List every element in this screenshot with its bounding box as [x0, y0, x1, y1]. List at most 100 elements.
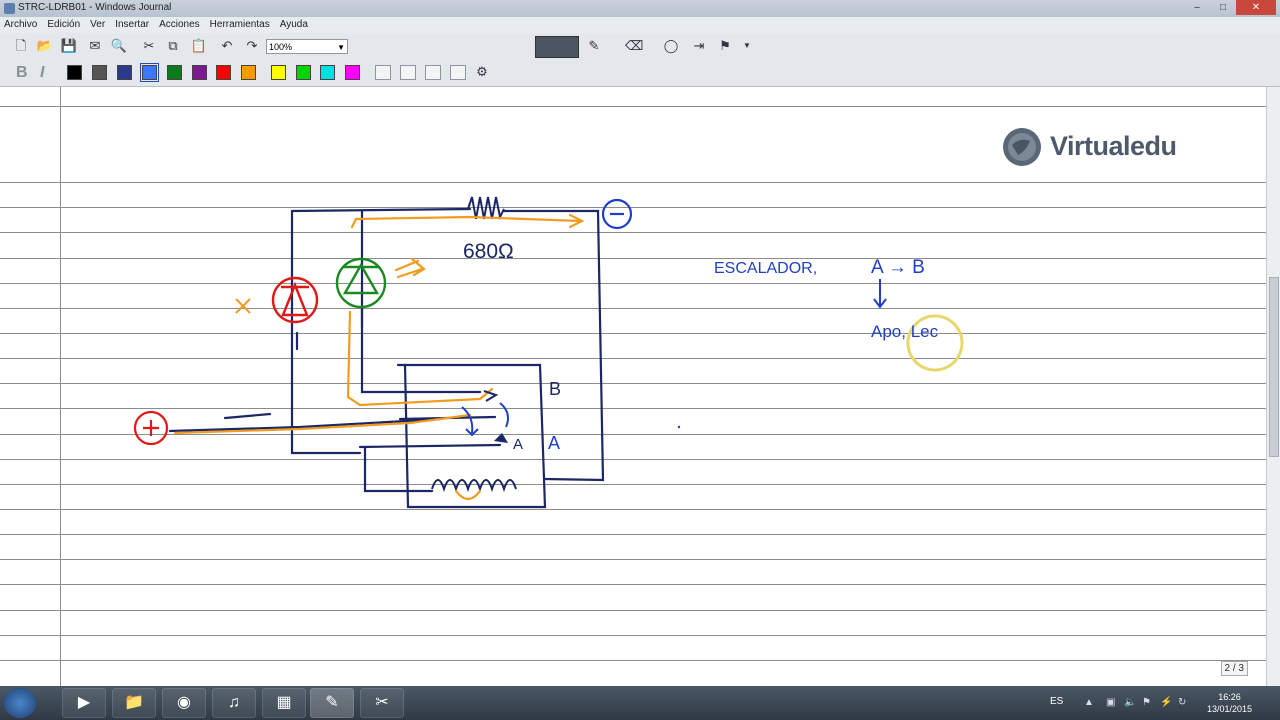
cross-mark-icon [235, 298, 251, 314]
window-title: STRC-LDRB01 - Windows Journal [18, 2, 172, 13]
send-icon[interactable]: ✉ [86, 37, 104, 55]
redo-icon[interactable]: ↷ [243, 37, 261, 55]
label-b-contact: B [549, 379, 561, 399]
italic-icon[interactable]: I [40, 64, 44, 82]
clock-time: 16:26 [1218, 692, 1241, 702]
standard-toolbar: 🗋 📂 💾 ✉ 🔍 ✂ ⧉ 📋 ↶ ↷ 100% ▼ ✎ ⌫ ◯ ⇥ ⚑ ▼ [0, 33, 1280, 61]
menu-herramientas[interactable]: Herramientas [210, 17, 270, 33]
contact-arrow-icon [483, 390, 499, 402]
resistor-symbol [467, 196, 505, 221]
color-green-swatch[interactable] [167, 65, 182, 80]
color-blue-swatch[interactable] [140, 63, 159, 82]
journal-taskbar-icon[interactable]: ✎ [310, 688, 354, 718]
start-button[interactable] [4, 688, 36, 718]
pen-thickness-3[interactable] [425, 65, 441, 80]
calculator-icon[interactable]: ▦ [262, 688, 306, 718]
cut-icon[interactable]: ✂ [140, 37, 158, 55]
media-player-icon[interactable]: ▶ [62, 688, 106, 718]
positive-terminal-icon [133, 410, 169, 446]
page-indicator: 2 / 3 [1220, 661, 1248, 676]
title-bar: STRC-LDRB01 - Windows Journal – □ ✕ [0, 0, 1280, 17]
current-path [173, 213, 585, 501]
menu-insertar[interactable]: Insertar [115, 17, 149, 33]
menu-archivo[interactable]: Archivo [4, 17, 37, 33]
clock[interactable]: 16:26 13/01/2015 [1207, 691, 1252, 715]
circuit-wires [168, 207, 605, 509]
new-note-icon[interactable]: 🗋 [12, 37, 30, 55]
menu-edicion[interactable]: Edición [47, 17, 80, 33]
action-center-icon[interactable]: ⚑ [1142, 697, 1151, 708]
bold-icon[interactable]: B [16, 64, 28, 82]
menu-ver[interactable]: Ver [90, 17, 105, 33]
pen-settings-icon[interactable]: ⚙ [473, 63, 491, 81]
pen-selector[interactable] [535, 36, 579, 58]
highlighter-icon[interactable]: ✎ [585, 37, 603, 55]
menu-acciones[interactable]: Acciones [159, 17, 200, 33]
chevron-down-icon[interactable]: ▼ [738, 37, 756, 55]
maximize-button[interactable]: □ [1210, 0, 1236, 15]
flag-icon[interactable]: ⚑ [716, 37, 734, 55]
coil-symbol [431, 479, 517, 493]
update-icon[interactable]: ↻ [1178, 697, 1186, 708]
escalador-note: ESCALADOR, [714, 260, 817, 277]
red-led-symbol [271, 276, 319, 324]
menu-ayuda[interactable]: Ayuda [280, 17, 308, 33]
language-indicator[interactable]: ES [1050, 696, 1063, 707]
pen-thickness-4[interactable] [450, 65, 466, 80]
volume-icon[interactable]: 🔈 [1124, 697, 1136, 708]
minimize-button[interactable]: – [1184, 0, 1210, 15]
color-lime-swatch[interactable] [296, 65, 311, 80]
color-black-swatch[interactable] [67, 65, 82, 80]
lasso-icon[interactable]: ◯ [662, 37, 680, 55]
apo-lec-note: Apo, Lec [871, 322, 939, 341]
power-icon[interactable]: ⚡ [1160, 697, 1172, 708]
journal-page[interactable]: Virtualedu 680Ω B A A ESCALADOR, A → B A… [0, 87, 1266, 686]
down-arrow-icon [873, 279, 887, 309]
label-a-contact: A [513, 436, 523, 453]
chrome-icon[interactable]: ◉ [162, 688, 206, 718]
menu-bar: Archivo Edición Ver Insertar Acciones He… [0, 17, 1280, 33]
close-button[interactable]: ✕ [1236, 0, 1276, 15]
negative-terminal-icon [601, 198, 633, 230]
color-cyan-swatch[interactable] [320, 65, 335, 80]
scrollbar-thumb[interactable] [1269, 277, 1279, 457]
snipping-tool-icon[interactable]: ✂ [360, 688, 404, 718]
zoom-select[interactable]: 100% ▼ [266, 39, 348, 54]
color-gray-swatch[interactable] [92, 65, 107, 80]
copy-icon[interactable]: ⧉ [164, 37, 182, 55]
color-purple-swatch[interactable] [192, 65, 207, 80]
color-red-swatch[interactable] [216, 65, 231, 80]
switch-arrow-icon [499, 402, 509, 428]
resistor-label: 680Ω [463, 240, 514, 263]
clock-date: 13/01/2015 [1206, 704, 1252, 714]
circuit-drawing: 680Ω B A A ESCALADOR, A → B Apo, Lec [133, 196, 964, 509]
a-to-b-note: A → B [871, 257, 925, 278]
spotify-icon[interactable]: ♫ [212, 688, 256, 718]
undo-icon[interactable]: ↶ [218, 37, 236, 55]
zoom-value: 100% [269, 42, 293, 52]
save-icon[interactable]: 💾 [60, 37, 78, 55]
label-a-blue: A [548, 433, 560, 453]
show-hidden-icons-icon[interactable]: ▲ [1084, 697, 1094, 708]
switch-arrow-icon [461, 406, 479, 437]
color-yellow-swatch[interactable] [271, 65, 286, 80]
insert-space-icon[interactable]: ⇥ [690, 37, 708, 55]
eraser-icon[interactable]: ⌫ [625, 37, 643, 55]
pen-thickness-2[interactable] [400, 65, 416, 80]
paste-icon[interactable]: 📋 [190, 37, 208, 55]
color-navy-swatch[interactable] [117, 65, 132, 80]
chevron-down-icon: ▼ [337, 43, 345, 52]
taskbar: ▶ 📁 ◉ ♫ ▦ ✎ ✂ ES ▲ ▣ 🔈 ⚑ ⚡ ↻ 16:26 13/01… [0, 686, 1280, 720]
system-tray: ES ▲ ▣ 🔈 ⚑ ⚡ ↻ 16:26 13/01/2015 [1050, 686, 1280, 720]
stray-dot [677, 425, 681, 429]
file-explorer-icon[interactable]: 📁 [112, 688, 156, 718]
pen-thickness-1[interactable] [375, 65, 391, 80]
find-icon[interactable]: 🔍 [110, 37, 128, 55]
color-orange-swatch[interactable] [241, 65, 256, 80]
vertical-scrollbar[interactable] [1266, 87, 1280, 686]
contact-arrow-icon [494, 433, 508, 443]
color-magenta-swatch[interactable] [345, 65, 360, 80]
format-toolbar: B I ⚙ [0, 60, 1280, 87]
network-icon[interactable]: ▣ [1106, 697, 1115, 708]
open-icon[interactable]: 📂 [36, 37, 54, 55]
